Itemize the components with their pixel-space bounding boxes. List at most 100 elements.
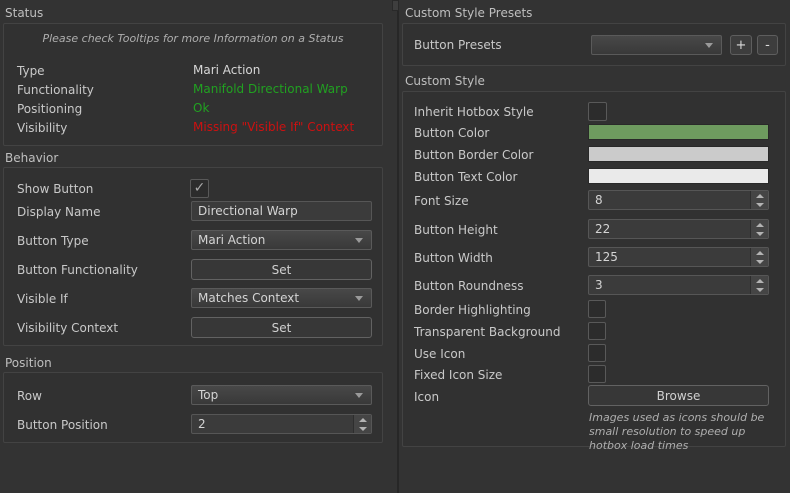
button-roundness-label: Button Roundness (414, 277, 523, 295)
spin-up-button[interactable] (751, 191, 768, 200)
spin-up-icon (756, 251, 764, 255)
spinner-buttons (750, 276, 768, 294)
splitter-handle[interactable] (392, 0, 399, 11)
status-group-box: Please check Tooltips for more Informati… (3, 23, 383, 146)
border-highlighting-label: Border Highlighting (414, 301, 531, 319)
use-icon-checkbox[interactable] (588, 344, 606, 362)
spin-up-button[interactable] (354, 415, 371, 424)
button-color-swatch[interactable] (588, 124, 769, 140)
fixed-icon-size-label: Fixed Icon Size (414, 366, 502, 384)
visible-if-dropdown[interactable]: Matches Context (191, 288, 372, 308)
spin-up-icon (756, 223, 764, 227)
behavior-group-title: Behavior (5, 151, 58, 165)
spinner-buttons (353, 415, 371, 433)
font-size-spinner[interactable] (588, 190, 769, 210)
display-name-input[interactable] (191, 201, 372, 221)
transparent-background-label: Transparent Background (414, 323, 560, 341)
button-border-color-swatch[interactable] (588, 146, 769, 162)
button-color-label: Button Color (414, 124, 489, 142)
transparent-background-checkbox[interactable] (588, 322, 606, 340)
spin-up-icon (756, 194, 764, 198)
spinner-buttons (750, 191, 768, 209)
spin-down-icon (359, 427, 367, 431)
button-roundness-input[interactable] (589, 276, 750, 294)
button-functionality-set-button[interactable]: Set (191, 259, 372, 280)
button-type-dropdown[interactable]: Mari Action (191, 230, 372, 250)
visibility-context-label: Visibility Context (17, 319, 118, 337)
icon-size-note: Images used as icons should be small res… (589, 411, 785, 453)
spin-down-icon (756, 203, 764, 207)
row-dropdown[interactable]: Top (191, 385, 372, 405)
button-position-input[interactable] (192, 415, 353, 433)
spin-down-icon (756, 260, 764, 264)
spin-down-icon (756, 232, 764, 236)
behavior-group-box: Show Button ✓ Display Name Button Type M… (3, 167, 383, 346)
fixed-icon-size-checkbox[interactable] (588, 365, 606, 383)
button-presets-dropdown[interactable] (591, 35, 722, 55)
status-visibility-value: Missing "Visible If" Context (193, 120, 354, 135)
button-text-color-swatch[interactable] (588, 168, 769, 184)
button-presets-label: Button Presets (414, 36, 502, 54)
spin-down-button[interactable] (751, 285, 768, 294)
spin-up-button[interactable] (751, 276, 768, 285)
spin-down-button[interactable] (354, 424, 371, 433)
spinner-buttons (750, 220, 768, 238)
button-border-color-label: Button Border Color (414, 146, 533, 164)
visible-if-label: Visible If (17, 290, 68, 308)
button-width-spinner[interactable] (588, 247, 769, 267)
icon-browse-button[interactable]: Browse (588, 385, 769, 406)
dropdown-arrow-icon (355, 393, 363, 398)
font-size-input[interactable] (589, 191, 750, 209)
button-height-spinner[interactable] (588, 219, 769, 239)
dropdown-arrow-icon (705, 43, 713, 48)
right-panel: Custom Style Presets Button Presets + - … (399, 0, 790, 493)
font-size-label: Font Size (414, 192, 469, 210)
spinner-buttons (750, 248, 768, 266)
button-position-spinner[interactable] (191, 414, 372, 434)
visible-if-selected-value: Matches Context (198, 291, 299, 305)
position-group-title: Position (5, 356, 52, 370)
dropdown-arrow-icon (355, 296, 363, 301)
button-width-label: Button Width (414, 249, 493, 267)
status-group-title: Status (5, 6, 43, 20)
display-name-label: Display Name (17, 203, 100, 221)
hotbox-button-settings-window: Status Please check Tooltips for more In… (0, 0, 790, 493)
custom-style-group-box: Inherit Hotbox Style Button Color Button… (402, 91, 786, 447)
icon-label: Icon (414, 388, 439, 406)
status-type-value: Mari Action (193, 63, 260, 78)
row-selected-value: Top (198, 388, 218, 402)
inherit-hotbox-style-checkbox[interactable] (588, 102, 607, 121)
row-label: Row (17, 387, 42, 405)
button-position-label: Button Position (17, 416, 108, 434)
use-icon-label: Use Icon (414, 345, 465, 363)
visibility-context-set-button[interactable]: Set (191, 317, 372, 338)
checkmark-icon: ✓ (191, 180, 208, 196)
custom-style-group-title: Custom Style (405, 74, 485, 88)
spin-down-button[interactable] (751, 257, 768, 266)
spin-up-button[interactable] (751, 248, 768, 257)
status-type-label: Type (17, 62, 45, 80)
spin-up-icon (756, 279, 764, 283)
button-height-label: Button Height (414, 221, 498, 239)
button-functionality-label: Button Functionality (17, 261, 138, 279)
spin-down-button[interactable] (751, 200, 768, 209)
status-positioning-label: Positioning (17, 100, 82, 118)
button-width-input[interactable] (589, 248, 750, 266)
position-group-box: Row Top Button Position (3, 372, 383, 443)
left-panel: Status Please check Tooltips for more In… (0, 0, 397, 493)
spin-up-icon (359, 418, 367, 422)
border-highlighting-checkbox[interactable] (588, 300, 606, 318)
custom-style-presets-group-title: Custom Style Presets (405, 6, 532, 20)
button-roundness-spinner[interactable] (588, 275, 769, 295)
status-help-note: Please check Tooltips for more Informati… (4, 32, 382, 46)
add-preset-button[interactable]: + (730, 35, 752, 55)
spin-up-button[interactable] (751, 220, 768, 229)
show-button-checkbox[interactable]: ✓ (190, 179, 209, 198)
spin-down-button[interactable] (751, 229, 768, 238)
status-functionality-value: Manifold Directional Warp (193, 82, 348, 97)
show-button-label: Show Button (17, 180, 93, 198)
status-visibility-label: Visibility (17, 119, 67, 137)
spin-down-icon (756, 288, 764, 292)
remove-preset-button[interactable]: - (757, 35, 778, 55)
button-height-input[interactable] (589, 220, 750, 238)
